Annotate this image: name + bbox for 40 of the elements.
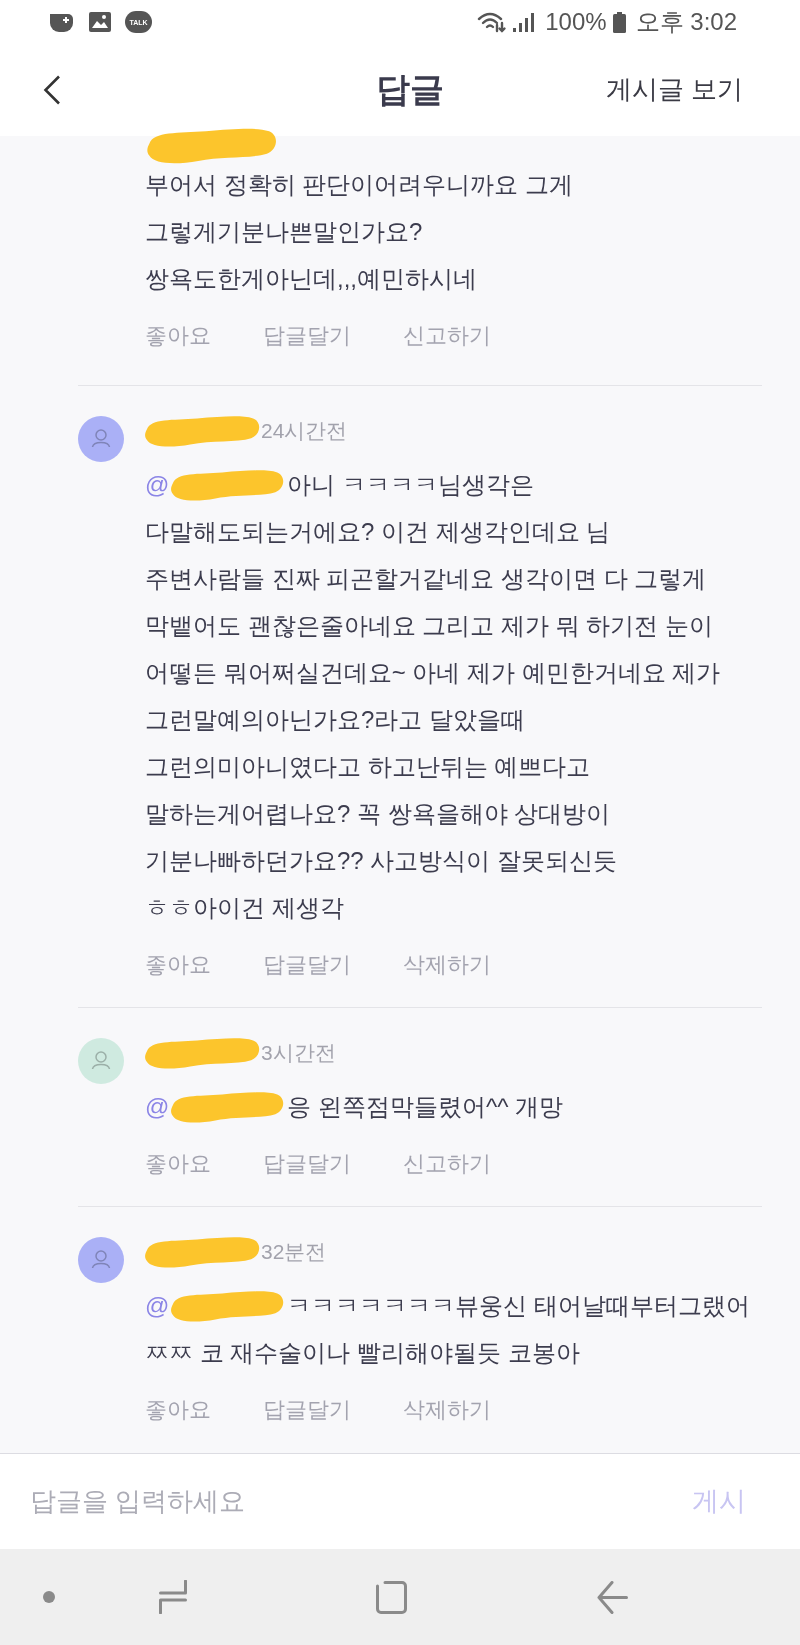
action-link[interactable]: 답글달기 xyxy=(263,1392,351,1426)
action-link[interactable]: 답글달기 xyxy=(263,318,351,352)
mention-link[interactable]: @ xyxy=(145,1088,170,1125)
action-link[interactable]: 좋아요 xyxy=(145,1392,211,1426)
wifi-icon xyxy=(477,11,508,33)
comment-text: 아니 ㅋㅋㅋㅋ님생각은 xyxy=(287,469,535,500)
back-icon[interactable] xyxy=(597,1580,628,1614)
action-link[interactable]: 좋아요 xyxy=(145,318,211,352)
action-link[interactable]: 삭제하기 xyxy=(403,1392,491,1426)
post-button: 게시 xyxy=(676,1453,800,1549)
comment-text: ㅋㅋㅋㅋㅋㅋㅋ뷰웅신 태어날때부터그랬어 xyxy=(287,1290,751,1321)
page-title: 답글 xyxy=(375,69,444,110)
view-post-link[interactable]: 게시글 보기 xyxy=(605,70,743,109)
action-link[interactable]: 좋아요 xyxy=(145,1146,211,1180)
timestamp: 32분전 xyxy=(261,1239,327,1266)
chevron-left-icon xyxy=(43,74,61,105)
clock-text: 오후 3:02 xyxy=(635,7,737,37)
comment-text: 다말해도되는거에요? 이건 제생각인데요 님 주변사람들 진짜 피곤할거같네요 생각이면 다 그렇게 막뱉어도 괜찮은줄아네요 그리고 제가 뭐 하기전 눈이 어떻든 뭐어쩌실건데요~ 아네 제가 예민한거네요 제가 그런말예의아닌가요?라고 달았을때 그런의미아니였다고 하고난뒤는 예쁘다고 말하는게어렵나요? 꼭 쌍욕을해야 상대방이 기분나빠하던가요?? 사고방식이 잘못되신듯 ㅎㅎ아이건 제생각 xyxy=(145,517,722,923)
action-link[interactable]: 좋아요 xyxy=(145,947,211,981)
action-link[interactable]: 신고하기 xyxy=(403,318,491,352)
battery-icon xyxy=(612,11,626,33)
timestamp: 24시간전 xyxy=(261,418,348,445)
home-icon[interactable] xyxy=(376,1580,407,1614)
image-icon xyxy=(89,12,111,32)
timestamp: 3시간전 xyxy=(261,1040,336,1067)
mention-link[interactable]: @ xyxy=(145,1287,170,1324)
action-link[interactable]: 답글달기 xyxy=(263,1146,351,1180)
reply-input[interactable]: 답글을 입력하세요 xyxy=(0,1453,676,1549)
mention-link[interactable]: @ xyxy=(145,466,170,503)
dot-icon[interactable] xyxy=(43,1591,55,1603)
battery-level-text: 100% xyxy=(545,7,607,37)
action-link[interactable]: 삭제하기 xyxy=(403,947,491,981)
action-link[interactable]: 신고하기 xyxy=(403,1146,491,1180)
comment-text: 부어서 정확히 판단이어려우니까요 그게 그렇게기분나쁜말인가요? 쌍욕도한게아닌데,,,예민하시네 xyxy=(145,170,574,294)
recent-apps-icon[interactable] xyxy=(158,1580,188,1614)
signal-icon xyxy=(513,12,536,32)
action-link[interactable]: 답글달기 xyxy=(263,947,351,981)
app-logo-icon xyxy=(48,12,75,32)
comment-text: ㅉㅉ 코 재수술이나 빨리해야될듯 코봉아 xyxy=(145,1338,581,1368)
comment-text: 응 왼쪽점막들렸어^^ 개망 xyxy=(287,1091,564,1122)
